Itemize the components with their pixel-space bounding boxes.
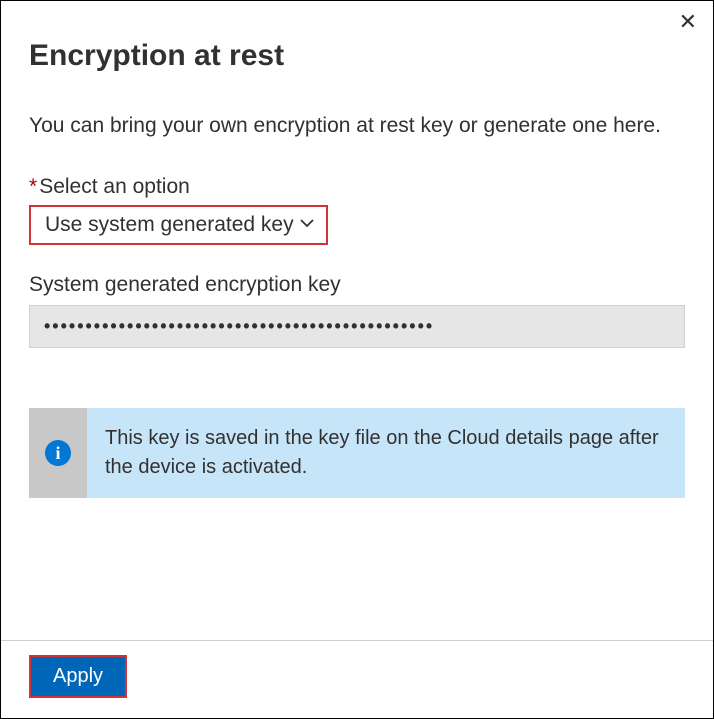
chevron-down-icon: [300, 216, 314, 235]
select-option-value: Use system generated key: [45, 213, 294, 237]
generated-key-label: System generated encryption key: [29, 273, 685, 297]
apply-button-label: Apply: [53, 665, 103, 687]
info-text: This key is saved in the key file on the…: [87, 408, 685, 498]
close-icon: ✕: [679, 9, 697, 34]
generated-key-value: ••••••••••••••••••••••••••••••••••••••••…: [29, 305, 685, 348]
info-icon: i: [45, 440, 71, 466]
select-option-label: *Select an option: [29, 175, 685, 199]
info-banner: i This key is saved in the key file on t…: [29, 408, 685, 498]
panel-footer: Apply: [1, 640, 713, 718]
select-option-dropdown[interactable]: Use system generated key: [29, 205, 328, 245]
close-button[interactable]: ✕: [675, 9, 701, 35]
info-icon-column: i: [29, 408, 87, 498]
panel-title: Encryption at rest: [29, 39, 685, 73]
encryption-panel: ✕ Encryption at rest You can bring your …: [1, 1, 713, 718]
select-option-label-text: Select an option: [39, 175, 190, 198]
panel-description: You can bring your own encryption at res…: [29, 111, 685, 141]
required-marker: *: [29, 175, 37, 198]
apply-button[interactable]: Apply: [29, 655, 127, 698]
